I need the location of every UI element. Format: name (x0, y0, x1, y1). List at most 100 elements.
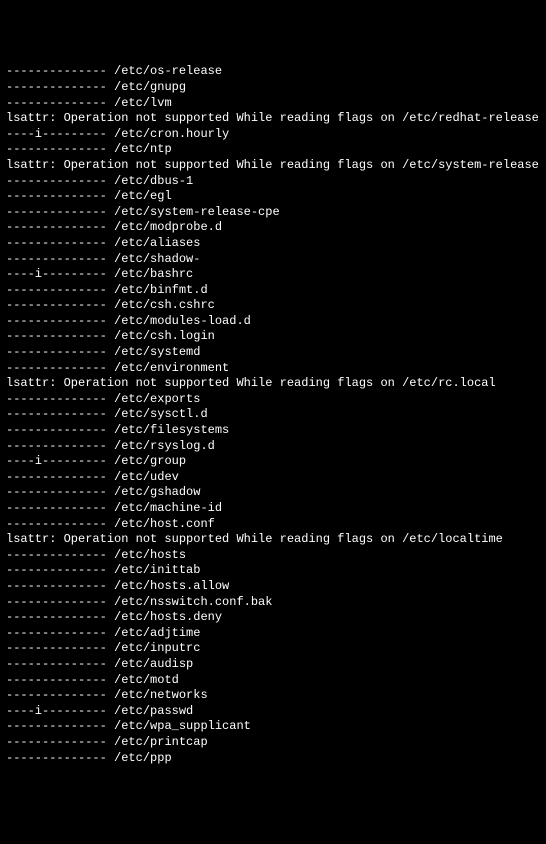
attr-flags: -------------- (6, 407, 107, 421)
lsattr-entry: -------------- /etc/os-release (6, 64, 540, 80)
attr-flags: -------------- (6, 392, 107, 406)
file-path: /etc/sysctl.d (114, 407, 208, 421)
lsattr-entry: -------------- /etc/gshadow (6, 485, 540, 501)
file-path: /etc/dbus-1 (114, 174, 193, 188)
file-path: /etc/passwd (114, 704, 193, 718)
attr-flags: -------------- (6, 220, 107, 234)
lsattr-entry: -------------- /etc/inputrc (6, 641, 540, 657)
attr-flags: -------------- (6, 439, 107, 453)
attr-flags: -------------- (6, 205, 107, 219)
file-path: /etc/csh.cshrc (114, 298, 215, 312)
file-path: /etc/rsyslog.d (114, 439, 215, 453)
attr-flags: -------------- (6, 673, 107, 687)
lsattr-entry: -------------- /etc/dbus-1 (6, 174, 540, 190)
file-path: /etc/host.conf (114, 517, 215, 531)
lsattr-entry: ----i--------- /etc/bashrc (6, 267, 540, 283)
attr-flags: ----i--------- (6, 454, 107, 468)
attr-flags: -------------- (6, 64, 107, 78)
attr-flags: -------------- (6, 610, 107, 624)
attr-flags: -------------- (6, 236, 107, 250)
attr-flags: -------------- (6, 80, 107, 94)
lsattr-entry: -------------- /etc/sysctl.d (6, 407, 540, 423)
attr-flags: -------------- (6, 361, 107, 375)
lsattr-entry: -------------- /etc/machine-id (6, 501, 540, 517)
file-path: /etc/audisp (114, 657, 193, 671)
lsattr-entry: -------------- /etc/printcap (6, 735, 540, 751)
file-path: /etc/gshadow (114, 485, 200, 499)
lsattr-entry: -------------- /etc/hosts.deny (6, 610, 540, 626)
attr-flags: -------------- (6, 626, 107, 640)
lsattr-entry: -------------- /etc/ntp (6, 142, 540, 158)
lsattr-entry: -------------- /etc/egl (6, 189, 540, 205)
file-path: /etc/modules-load.d (114, 314, 251, 328)
file-path: /etc/ppp (114, 751, 172, 765)
lsattr-entry: -------------- /etc/hosts.allow (6, 579, 540, 595)
lsattr-entry: -------------- /etc/lvm (6, 96, 540, 112)
attr-flags: -------------- (6, 96, 107, 110)
lsattr-entry: -------------- /etc/rsyslog.d (6, 439, 540, 455)
terminal-output: -------------- /etc/os-release----------… (6, 64, 540, 766)
lsattr-error-line: lsattr: Operation not supported While re… (6, 111, 540, 127)
file-path: /etc/aliases (114, 236, 200, 250)
file-path: /etc/exports (114, 392, 200, 406)
file-path: /etc/printcap (114, 735, 208, 749)
file-path: /etc/networks (114, 688, 208, 702)
lsattr-entry: -------------- /etc/host.conf (6, 517, 540, 533)
attr-flags: -------------- (6, 329, 107, 343)
attr-flags: -------------- (6, 174, 107, 188)
file-path: /etc/os-release (114, 64, 222, 78)
lsattr-error-line: lsattr: Operation not supported While re… (6, 532, 540, 548)
file-path: /etc/hosts.deny (114, 610, 222, 624)
attr-flags: -------------- (6, 470, 107, 484)
attr-flags: -------------- (6, 688, 107, 702)
attr-flags: -------------- (6, 314, 107, 328)
attr-flags: ----i--------- (6, 704, 107, 718)
attr-flags: -------------- (6, 735, 107, 749)
lsattr-entry: -------------- /etc/nsswitch.conf.bak (6, 595, 540, 611)
lsattr-entry: -------------- /etc/udev (6, 470, 540, 486)
lsattr-entry: ----i--------- /etc/group (6, 454, 540, 470)
attr-flags: -------------- (6, 751, 107, 765)
attr-flags: -------------- (6, 641, 107, 655)
attr-flags: -------------- (6, 548, 107, 562)
file-path: /etc/system-release-cpe (114, 205, 280, 219)
attr-flags: -------------- (6, 189, 107, 203)
attr-flags: -------------- (6, 719, 107, 733)
lsattr-entry: -------------- /etc/systemd (6, 345, 540, 361)
lsattr-error-line: lsattr: Operation not supported While re… (6, 376, 540, 392)
lsattr-entry: -------------- /etc/audisp (6, 657, 540, 673)
lsattr-entry: -------------- /etc/networks (6, 688, 540, 704)
lsattr-entry: -------------- /etc/modules-load.d (6, 314, 540, 330)
lsattr-entry: -------------- /etc/csh.cshrc (6, 298, 540, 314)
lsattr-entry: -------------- /etc/system-release-cpe (6, 205, 540, 221)
file-path: /etc/inputrc (114, 641, 200, 655)
file-path: /etc/lvm (114, 96, 172, 110)
attr-flags: -------------- (6, 579, 107, 593)
lsattr-entry: ----i--------- /etc/passwd (6, 704, 540, 720)
lsattr-entry: -------------- /etc/modprobe.d (6, 220, 540, 236)
lsattr-entry: -------------- /etc/motd (6, 673, 540, 689)
lsattr-entry: -------------- /etc/aliases (6, 236, 540, 252)
file-path: /etc/machine-id (114, 501, 222, 515)
lsattr-entry: -------------- /etc/wpa_supplicant (6, 719, 540, 735)
file-path: /etc/nsswitch.conf.bak (114, 595, 272, 609)
lsattr-entry: -------------- /etc/shadow- (6, 252, 540, 268)
attr-flags: -------------- (6, 283, 107, 297)
file-path: /etc/hosts (114, 548, 186, 562)
file-path: /etc/wpa_supplicant (114, 719, 251, 733)
file-path: /etc/systemd (114, 345, 200, 359)
file-path: /etc/inittab (114, 563, 200, 577)
attr-flags: -------------- (6, 501, 107, 515)
attr-flags: -------------- (6, 298, 107, 312)
file-path: /etc/ntp (114, 142, 172, 156)
file-path: /etc/gnupg (114, 80, 186, 94)
file-path: /etc/group (114, 454, 186, 468)
file-path: /etc/modprobe.d (114, 220, 222, 234)
file-path: /etc/motd (114, 673, 179, 687)
lsattr-entry: -------------- /etc/inittab (6, 563, 540, 579)
attr-flags: -------------- (6, 252, 107, 266)
file-path: /etc/filesystems (114, 423, 229, 437)
attr-flags: -------------- (6, 345, 107, 359)
attr-flags: -------------- (6, 423, 107, 437)
lsattr-error-line: lsattr: Operation not supported While re… (6, 158, 540, 174)
